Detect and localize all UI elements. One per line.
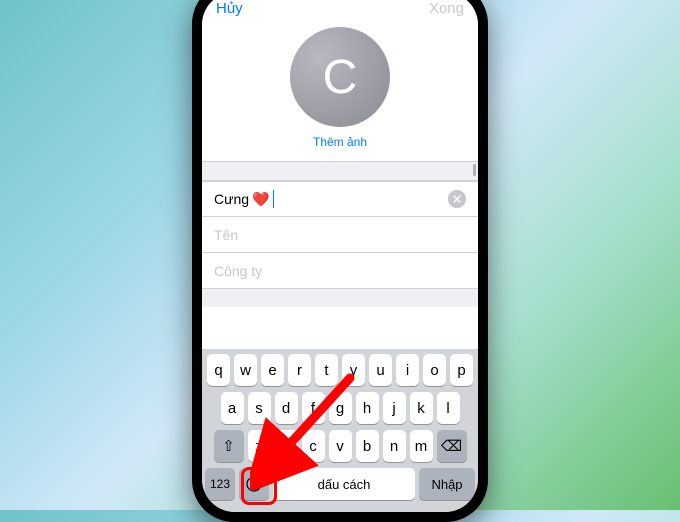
add-photo-link[interactable]: Thêm ảnh [202,135,478,149]
company-placeholder: Công ty [214,263,262,279]
shift-key[interactable]: ⇧ [214,430,244,462]
contact-avatar[interactable]: C [290,27,390,127]
keyboard-row-2: a s d f g h j k l [205,392,475,424]
key-b[interactable]: b [356,430,379,462]
company-field[interactable]: Công ty [202,253,478,289]
key-l[interactable]: l [437,392,460,424]
space-key[interactable]: dấu cách [273,468,415,500]
key-r[interactable]: r [288,354,311,386]
key-c[interactable]: c [302,430,325,462]
first-name-value: Cưng ❤️ [214,190,274,208]
close-icon [453,195,461,203]
key-a[interactable]: a [221,392,244,424]
return-key[interactable]: Nhập [419,468,475,500]
text-cursor [273,190,274,208]
emoji-icon [245,475,263,493]
key-h[interactable]: h [356,392,379,424]
key-y[interactable]: y [342,354,365,386]
heart-icon: ❤️ [252,191,269,208]
key-x[interactable]: x [275,430,298,462]
key-f[interactable]: f [302,392,325,424]
keyboard-row-3: ⇧ z x c v b n m ⌫ [205,430,475,462]
last-name-field[interactable]: Tên [202,217,478,253]
key-j[interactable]: j [383,392,406,424]
emoji-key[interactable] [239,468,269,500]
screen: Hủy Xong C Thêm ảnh Cưng ❤️ Tên [202,0,478,512]
key-t[interactable]: t [315,354,338,386]
key-e[interactable]: e [261,354,284,386]
key-i[interactable]: i [396,354,419,386]
clear-text-button[interactable] [448,190,466,208]
key-m[interactable]: m [410,430,433,462]
key-q[interactable]: q [207,354,230,386]
last-name-placeholder: Tên [214,227,238,243]
key-u[interactable]: u [369,354,392,386]
keyboard-row-4: 123 dấu cách Nhập [205,468,475,500]
keyboard: q w e r t y u i o p a s d f g h j k l [202,349,478,512]
key-v[interactable]: v [329,430,352,462]
key-w[interactable]: w [234,354,257,386]
key-n[interactable]: n [383,430,406,462]
key-p[interactable]: p [450,354,473,386]
contact-header: C Thêm ảnh [202,21,478,161]
backspace-key[interactable]: ⌫ [437,430,467,462]
scroll-indicator [473,164,476,176]
key-k[interactable]: k [410,392,433,424]
numbers-key[interactable]: 123 [205,468,235,500]
key-z[interactable]: z [248,430,271,462]
nav-bar: Hủy Xong [202,0,478,21]
avatar-letter: C [323,50,358,105]
first-name-field[interactable]: Cưng ❤️ [202,181,478,217]
key-d[interactable]: d [275,392,298,424]
cancel-button[interactable]: Hủy [216,0,243,17]
done-button: Xong [429,0,464,17]
key-s[interactable]: s [248,392,271,424]
key-o[interactable]: o [423,354,446,386]
keyboard-row-1: q w e r t y u i o p [205,354,475,386]
key-g[interactable]: g [329,392,352,424]
phone-frame: Hủy Xong C Thêm ảnh Cưng ❤️ Tên [192,0,488,522]
section-gap-2 [202,289,478,307]
section-gap [202,161,478,181]
